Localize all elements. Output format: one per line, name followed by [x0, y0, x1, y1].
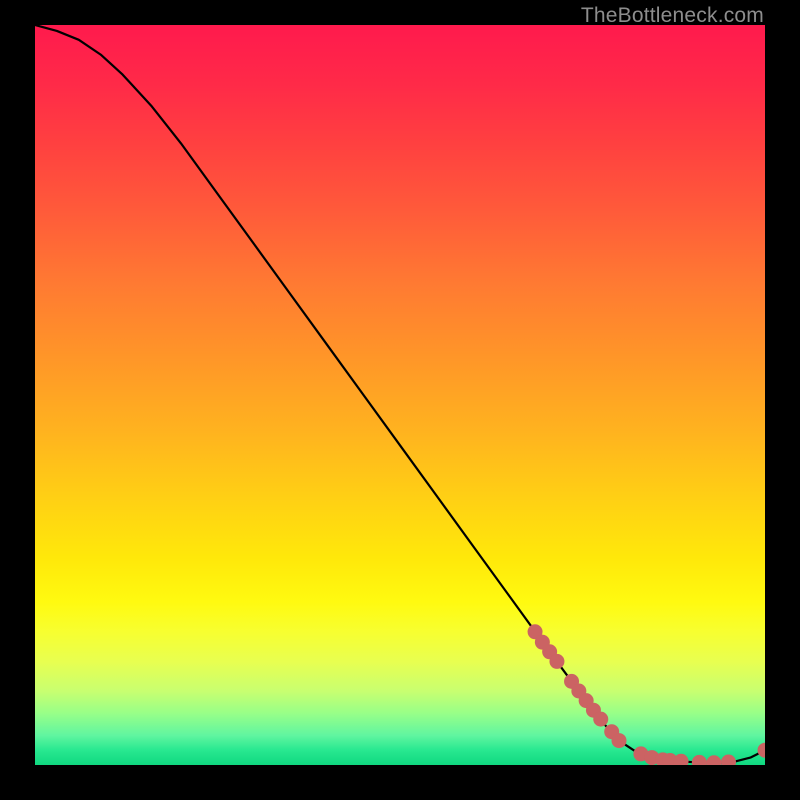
data-marker [593, 712, 608, 727]
curve-line [35, 25, 765, 763]
data-marker [692, 755, 707, 765]
data-marker [721, 755, 736, 765]
data-marker [674, 754, 689, 765]
chart-svg [35, 25, 765, 765]
data-marker [612, 733, 627, 748]
data-marker [549, 654, 564, 669]
marker-group [528, 624, 765, 765]
data-marker [706, 755, 721, 765]
plot-area [35, 25, 765, 765]
data-marker [758, 743, 766, 758]
chart-frame: TheBottleneck.com [0, 0, 800, 800]
